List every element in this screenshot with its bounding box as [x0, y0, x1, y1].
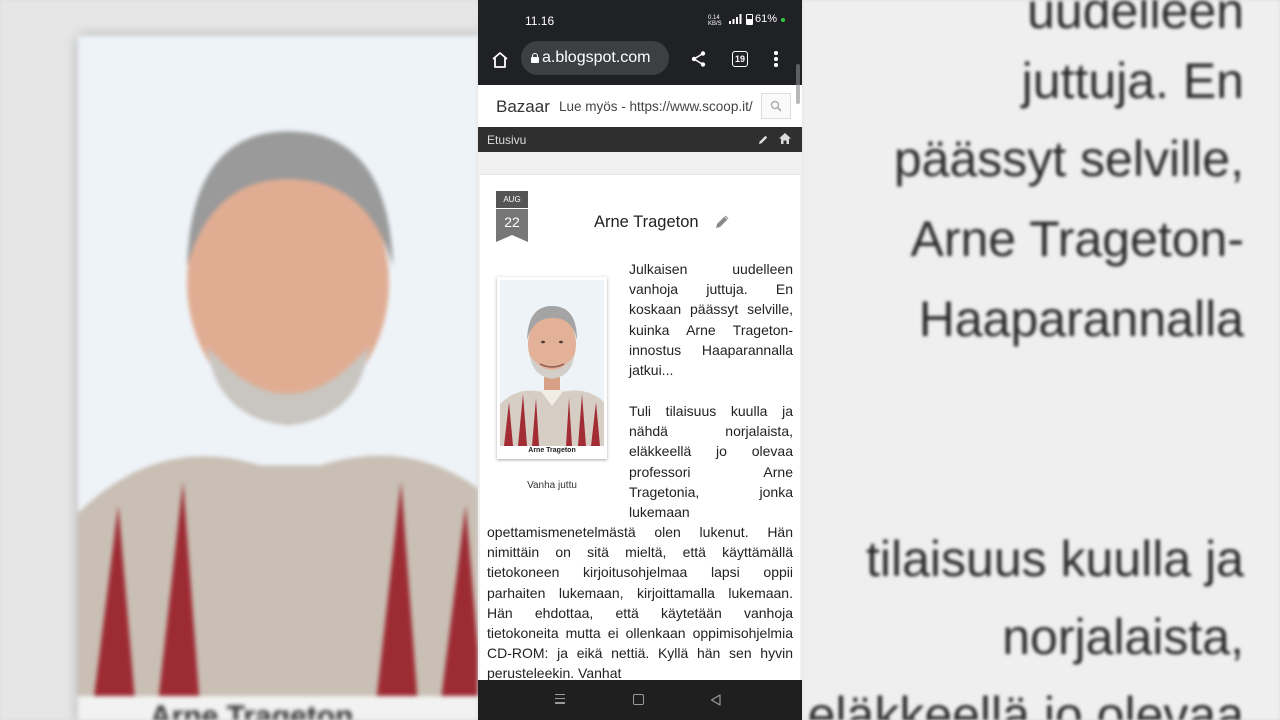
- scrollbar[interactable]: [796, 64, 800, 104]
- home-icon[interactable]: [778, 132, 792, 150]
- address-bar[interactable]: a.blogspot.com: [521, 41, 669, 75]
- status-time: 11.16: [525, 14, 555, 28]
- home-button[interactable]: [490, 50, 510, 70]
- nav-home-link[interactable]: Etusivu: [487, 133, 526, 147]
- date-day: 22: [496, 209, 528, 235]
- photo-caption: Vanha juttu: [527, 480, 577, 491]
- post-title[interactable]: Arne Trageton: [594, 213, 699, 232]
- date-badge-tail: [496, 235, 528, 242]
- background-text-line: Haaparannalla: [918, 291, 1244, 347]
- date-month: AUG: [496, 191, 528, 208]
- privacy-dot-icon: [781, 18, 785, 22]
- background-text-line: tilaisuus kuulla ja: [866, 531, 1244, 587]
- share-icon: [691, 51, 706, 67]
- photo-inner-caption: Arne Trageton: [528, 447, 576, 454]
- blog-title[interactable]: Bazaar: [496, 97, 550, 117]
- search-button[interactable]: [761, 93, 791, 119]
- post-paragraph: opettamismenetelmästä olen lukenut. Hän …: [487, 524, 793, 680]
- background-text-line: Arne Trageton-: [910, 211, 1244, 267]
- portrait-image: [500, 280, 604, 446]
- url-text: a.blogspot.com: [542, 49, 651, 66]
- network-speed: 0.14 KB/S: [708, 15, 722, 27]
- recents-icon[interactable]: [555, 694, 565, 704]
- background-text-line: norjalaista,: [1002, 609, 1244, 665]
- android-nav-bar: [478, 680, 802, 720]
- back-icon[interactable]: [710, 693, 721, 711]
- lock-icon: [531, 53, 539, 63]
- blog-header: Bazaar Lue myös - https://www.scoop.it/: [478, 85, 802, 128]
- signal-icon: [728, 14, 742, 26]
- post-paragraph: Tuli tilaisuus kuulla ja nähdä norjalais…: [629, 403, 793, 521]
- home-nav-icon[interactable]: [633, 694, 644, 705]
- battery-indicator: 61%: [746, 13, 777, 25]
- phone-screen: 11.16 0.14 KB/S 61% a.blogspot.com 19 Ba…: [478, 0, 802, 720]
- background-photo: [78, 36, 478, 696]
- blog-navbar: Etusivu: [478, 127, 802, 152]
- background-text-line: eläkkeellä jo olevaa: [807, 687, 1244, 720]
- background-right-blur: uudelleen juttuja. En päässyt selville, …: [802, 0, 1280, 720]
- search-icon: [770, 100, 782, 112]
- home-icon: [492, 52, 508, 68]
- background-text-line: juttuja. En: [1021, 53, 1244, 109]
- blog-marquee[interactable]: Lue myös - https://www.scoop.it/: [559, 99, 759, 114]
- edit-pencil-icon[interactable]: [714, 213, 731, 235]
- status-bar: 11.16 0.14 KB/S 61%: [478, 0, 802, 40]
- blog-content: AUG 22 Arne Trageton Arne Trageton Vanha…: [478, 152, 802, 680]
- background-left-blur: Arne Trageton: [0, 0, 478, 720]
- browser-toolbar: a.blogspot.com 19: [478, 40, 802, 85]
- edit-pencil-icon[interactable]: [757, 133, 769, 151]
- tabs-button[interactable]: 19: [732, 51, 748, 67]
- menu-more-icon[interactable]: [774, 51, 778, 67]
- background-text-line: uudelleen: [1027, 0, 1244, 39]
- battery-percent: 61%: [755, 13, 778, 25]
- date-badge: AUG 22: [496, 191, 528, 242]
- battery-icon: [746, 13, 753, 25]
- background-caption: Arne Trageton: [150, 700, 354, 720]
- share-button[interactable]: [690, 50, 708, 68]
- blog-post: AUG 22 Arne Trageton Arne Trageton Vanha…: [480, 174, 800, 680]
- background-text-line: päässyt selville,: [893, 131, 1244, 187]
- post-photo[interactable]: Arne Trageton: [497, 277, 607, 459]
- post-paragraph: Julkaisen uudelleen vanhoja juttuja. En …: [629, 261, 793, 379]
